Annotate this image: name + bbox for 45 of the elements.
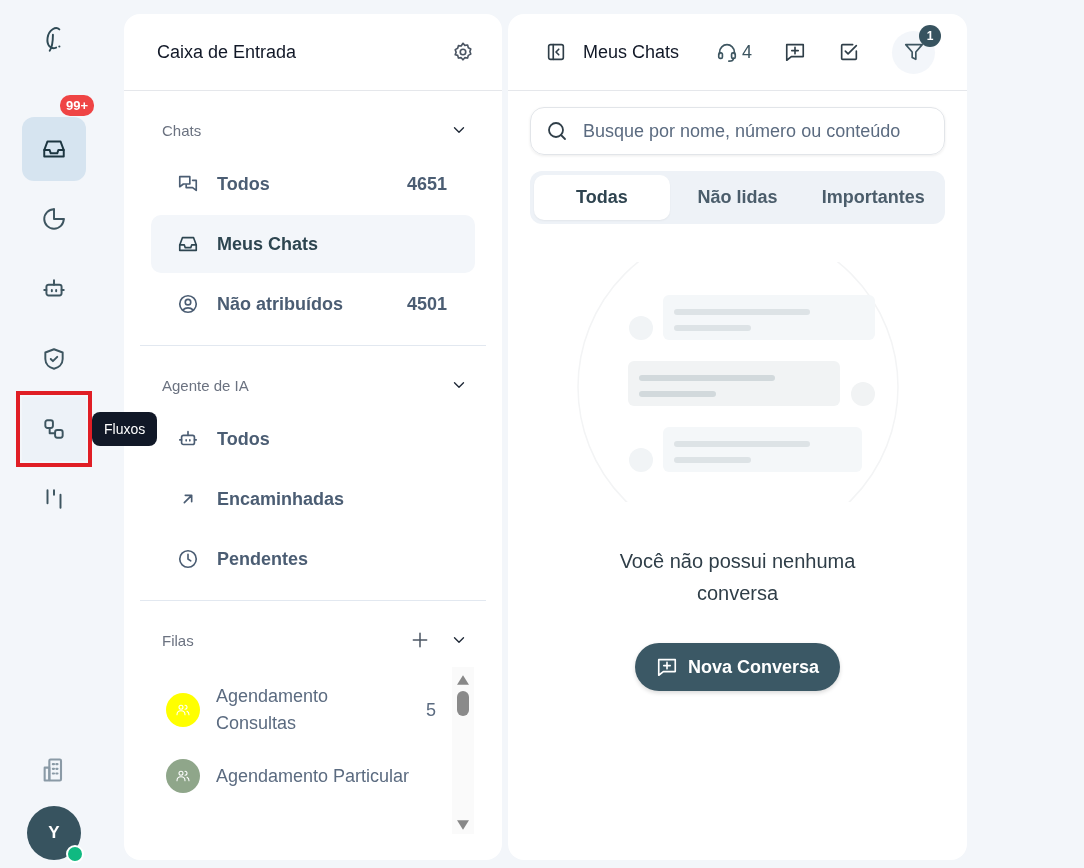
nav-item[interactable]: Não atribuídos 4501 [151, 275, 475, 333]
search-input[interactable]: Busque por nome, número ou conteúdo [581, 119, 930, 143]
nav-item[interactable]: Encaminhadas [151, 470, 475, 528]
panel-title: Meus Chats [583, 41, 680, 63]
empty-state-message: Você não possui nenhuma conversa [618, 549, 857, 606]
new-conversation-button[interactable]: Nova Conversa [634, 643, 841, 691]
nav-tooltip: Fluxos [92, 412, 158, 446]
scroll-up-icon[interactable] [457, 675, 469, 685]
new-chat-icon[interactable] [784, 41, 806, 63]
nav-button[interactable] [22, 117, 86, 181]
clock-icon [177, 548, 199, 570]
group-icon [175, 768, 191, 784]
add-icon[interactable] [410, 630, 430, 650]
filter-tab[interactable]: Importantes [805, 175, 941, 220]
filter-icon [902, 41, 925, 63]
filter-tab[interactable]: Todas [534, 175, 670, 220]
agents-button[interactable]: 4 [716, 41, 752, 63]
new-chat-icon [655, 656, 678, 678]
unread-badge: 99+ [59, 95, 94, 116]
nav-item[interactable]: Pendentes [151, 530, 475, 588]
section-title: Agente de IA [162, 376, 249, 394]
panel-title: Caixa de Entrada [157, 41, 297, 63]
nav-item[interactable]: Meus Chats [151, 215, 475, 273]
flow-icon [41, 416, 67, 442]
scrollbar[interactable] [452, 667, 474, 834]
pie-chart-icon [41, 206, 67, 232]
checkbox-icon[interactable] [838, 41, 860, 63]
search-field[interactable]: Busque por nome, número ou conteúdo [530, 107, 945, 155]
user-circle-icon [177, 293, 199, 315]
group-icon [175, 702, 191, 718]
section-title: Chats [162, 121, 202, 139]
headset-icon [716, 41, 738, 63]
filter-tab[interactable]: Não lidas [669, 175, 806, 220]
scrollbar-thumb[interactable] [457, 691, 469, 716]
search-icon [545, 119, 569, 143]
sidebar-toggle-icon[interactable] [545, 41, 567, 63]
queue-item[interactable]: Agendamento Particular [166, 759, 452, 793]
queue-item[interactable]: Agendamento Consultas 5 [166, 683, 452, 737]
section-title: Filas [162, 631, 194, 649]
shield-check-icon [41, 346, 67, 372]
settings-icon[interactable] [452, 41, 474, 63]
filter-count-badge: 1 [919, 24, 941, 47]
nav-item[interactable]: Todos 4651 [151, 155, 475, 213]
scroll-down-icon[interactable] [457, 820, 469, 830]
user-avatar[interactable]: Y [27, 806, 81, 860]
